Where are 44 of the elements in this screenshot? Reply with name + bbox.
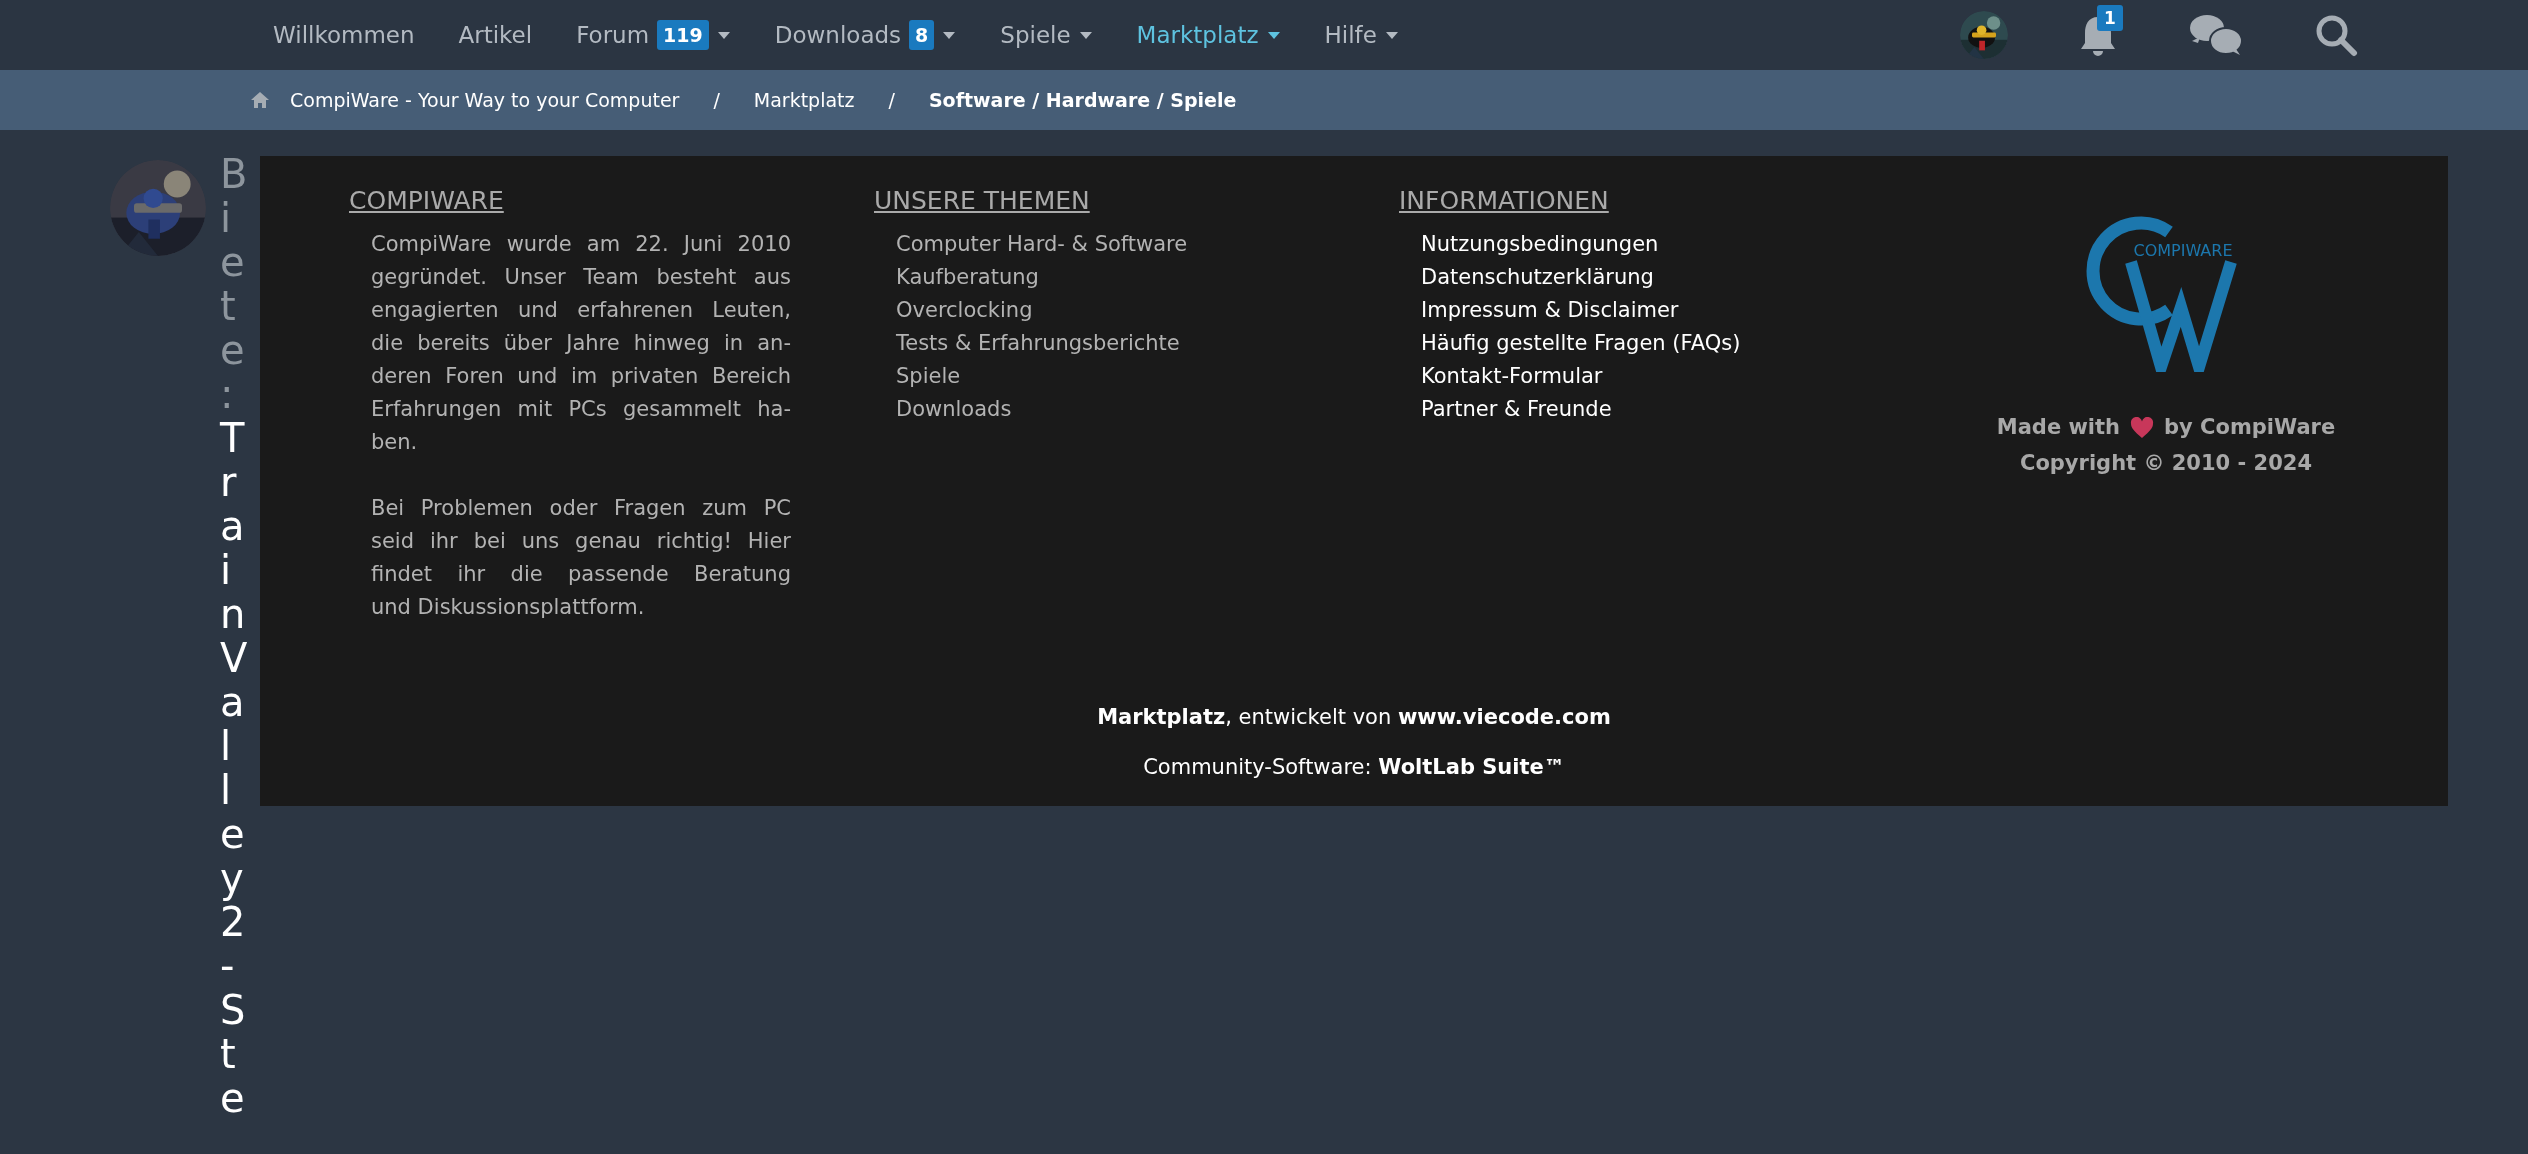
footer-link[interactable]: Impressum & Disclaimer (1421, 293, 1924, 327)
footer-link[interactable]: Tests & Erfahrungsberichte (896, 326, 1399, 360)
nav-tab[interactable]: Spiele (1000, 17, 1093, 53)
footer-link[interactable]: Computer Hard- & Software (896, 227, 1399, 261)
nav-tab[interactable]: Forum 119 (576, 17, 731, 53)
footer-link[interactable]: Downloads (896, 392, 1399, 426)
nav-tab[interactable]: Marktplatz (1136, 17, 1281, 53)
footer-heading: UNSERE THEMEN (874, 185, 1091, 217)
footer-paragraph: CompiWare wurde am 22. Juni 2010 gegründet. Unser Team besteht aus engagierten und erfahrenen Leuten, die bereits über Jahre hinweg in an- deren Foren und im privaten Bereich Erfahrungen mit PCs gesammelt ha- ben. (371, 230, 791, 456)
nav-tab[interactable]: Downloads 8 (774, 17, 957, 53)
notification-badge: 1 (2097, 5, 2123, 31)
breadcrumb-link[interactable]: Software / Hardware / Spiele (928, 85, 1237, 115)
footer-link[interactable]: Kontakt-Formular (1421, 359, 1924, 393)
compiware-logo: COMPIWARE (2081, 212, 2251, 372)
nav-tab[interactable]: Willkommen (273, 17, 415, 53)
copyright-text: Copyright © 2010 - 2024 (2020, 449, 2312, 477)
heart-icon (2130, 416, 2155, 439)
breadcrumb-separator: / (887, 87, 896, 113)
footer-link[interactable]: Kaufberatung (896, 260, 1399, 294)
footer-link[interactable]: Overclocking (896, 293, 1399, 327)
footer-paragraph: Bei Problemen oder Fragen zum PC seid ihr bei uns genau richtig! Hier findet ihr die passende Beratung und Diskussionsplattform. (371, 494, 791, 621)
made-by-text: by CompiWare (2164, 414, 2336, 441)
thread-prefix: Biete: (220, 152, 260, 416)
home-icon[interactable] (250, 91, 270, 109)
footer-heading: COMPIWARE (349, 185, 505, 217)
made-with-text: Made with (1996, 414, 2121, 441)
footer-link[interactable]: Nutzungsbedingungen (1421, 227, 1924, 261)
breadcrumb-separator: / (712, 87, 721, 113)
footer-heading: INFORMATIONEN (1399, 185, 1610, 217)
footer-link[interactable]: Spiele (896, 359, 1399, 393)
count-badge: 8 (909, 20, 935, 50)
footer-link[interactable]: Datenschutzerklärung (1421, 260, 1924, 294)
thread-title: TrainValley2 - Ste (220, 416, 260, 1120)
search-icon[interactable] (2314, 13, 2358, 57)
nav-tab[interactable]: Artikel (458, 17, 533, 53)
chat-bubbles-icon[interactable] (2188, 13, 2244, 57)
footer-link[interactable]: Häufig gestellte Fragen (FAQs) (1421, 326, 1924, 360)
breadcrumb-link[interactable]: CompiWare - Your Way to your Computer (290, 85, 680, 115)
credits-text: Marktplatz, entwickelt von www.viecode.com (1097, 704, 1611, 731)
footer-link[interactable]: Partner & Freunde (1421, 392, 1924, 426)
count-badge: 119 (657, 20, 709, 50)
credits-text: Community-Software: WoltLab Suite™ (1143, 753, 1565, 781)
breadcrumb-link[interactable]: Marktplatz (753, 85, 855, 115)
nav-tab[interactable]: Hilfe (1324, 17, 1399, 53)
